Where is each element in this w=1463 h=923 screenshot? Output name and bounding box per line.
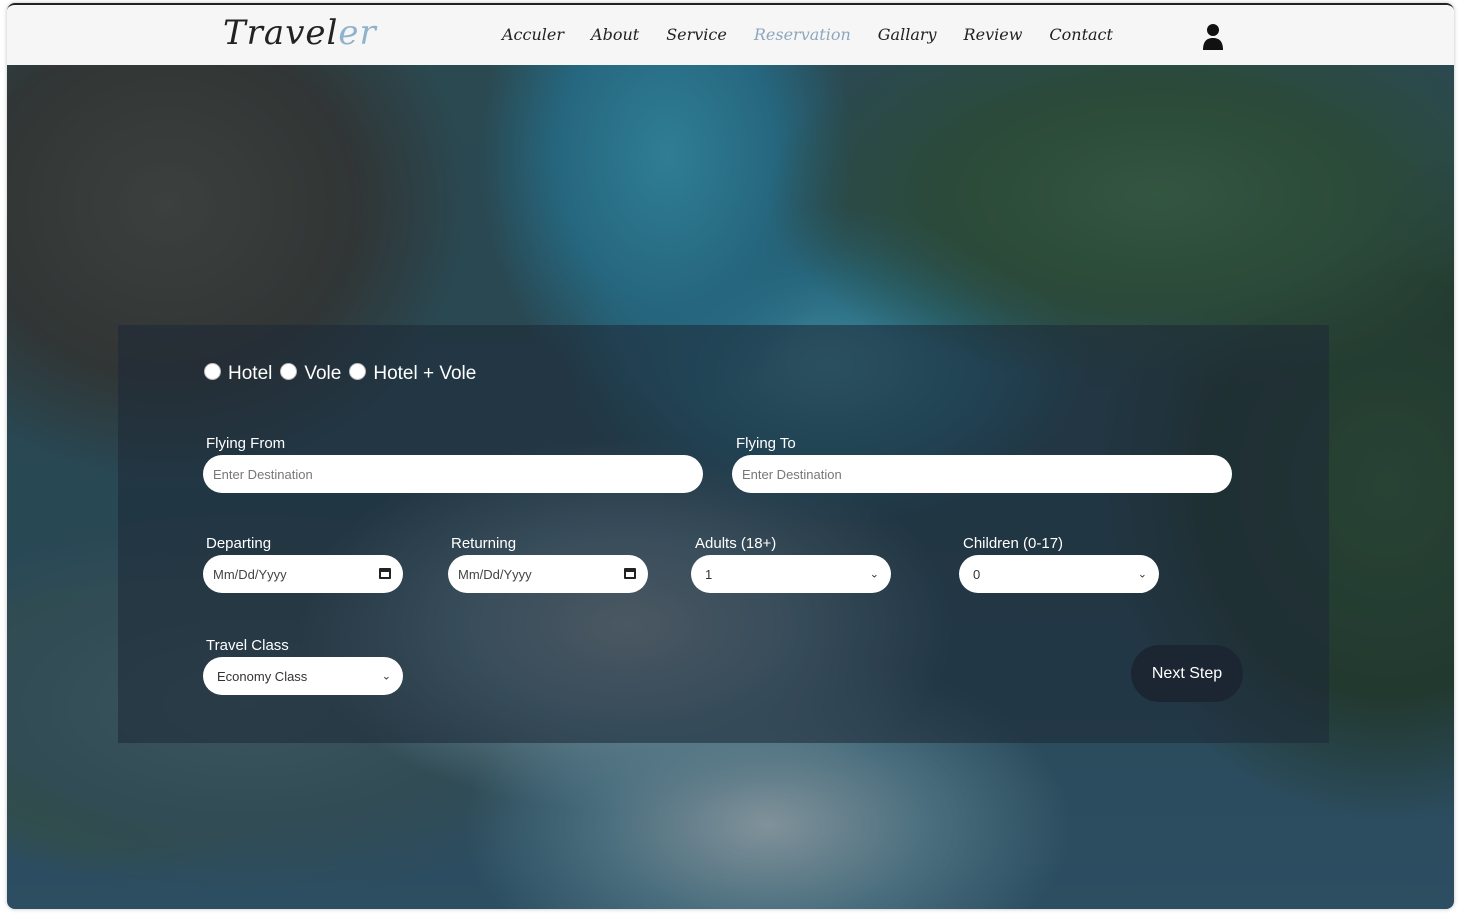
nav-links: Acculer About Service Reservation Gallar… [502,25,1140,44]
user-icon[interactable] [1202,23,1224,51]
nav-item-reservation[interactable]: Reservation [754,25,851,44]
flying-from-placeholder: Enter Destination [213,466,313,482]
brand-name-accent: er [338,13,377,53]
browser-frame: Traveler Acculer About Service Reservati… [7,3,1454,909]
flying-to-input[interactable]: Enter Destination [732,455,1232,493]
nav-item-contact[interactable]: Contact [1049,25,1113,44]
chevron-down-icon: ⌄ [1137,568,1147,581]
trip-type-group: Hotel Vole Hotel + Vole [204,362,484,385]
brand-logo[interactable]: Traveler [223,13,377,53]
radio-vole[interactable] [280,362,298,380]
chevron-down-icon: ⌄ [869,568,879,581]
reservation-form: Hotel Vole Hotel + Vole Flying From Ente… [118,325,1329,743]
nav-item-about[interactable]: About [591,25,639,44]
chevron-down-icon: ⌄ [381,670,391,683]
radio-hotel-vole-label: Hotel + Vole [373,363,477,384]
flying-from-input[interactable]: Enter Destination [203,455,703,493]
flying-to-placeholder: Enter Destination [742,466,842,482]
nav-item-service[interactable]: Service [666,25,727,44]
returning-date-input[interactable]: Mm/Dd/Yyyy [448,555,648,593]
nav-item-review[interactable]: Review [964,25,1023,44]
children-label: Children (0-17) [963,535,1064,552]
radio-hotel[interactable] [204,362,221,380]
radio-hotel-label: Hotel [228,363,273,384]
travel-class-value: Economy Class [217,668,308,684]
travel-class-label: Travel Class [206,637,289,654]
brand-name-main: Travel [223,13,339,53]
flying-from-label: Flying From [206,435,286,452]
nav-item-acculer[interactable]: Acculer [502,25,564,44]
departing-label: Departing [206,535,272,552]
adults-value: 1 [705,566,713,582]
radio-vole-label: Vole [304,363,342,384]
nav-item-gallary[interactable]: Gallary [878,25,937,44]
returning-date-value: Mm/Dd/Yyyy [458,566,532,582]
hero-background: Hotel Vole Hotel + Vole Flying From Ente… [7,65,1454,909]
adults-label: Adults (18+) [695,535,777,552]
adults-select[interactable]: 1 ⌄ [691,555,891,593]
travel-class-select[interactable]: Economy Class ⌄ [203,657,403,695]
children-select[interactable]: 0 ⌄ [959,555,1159,593]
departing-date-input[interactable]: Mm/Dd/Yyyy [203,555,403,593]
returning-label: Returning [451,535,517,552]
children-value: 0 [973,566,981,582]
calendar-icon[interactable] [624,568,636,579]
radio-hotel-vole[interactable] [349,362,367,380]
next-step-button[interactable]: Next Step [1131,645,1243,702]
navbar: Traveler Acculer About Service Reservati… [7,5,1454,65]
flying-to-label: Flying To [736,435,796,452]
departing-date-value: Mm/Dd/Yyyy [213,566,287,582]
calendar-icon[interactable] [379,568,391,579]
